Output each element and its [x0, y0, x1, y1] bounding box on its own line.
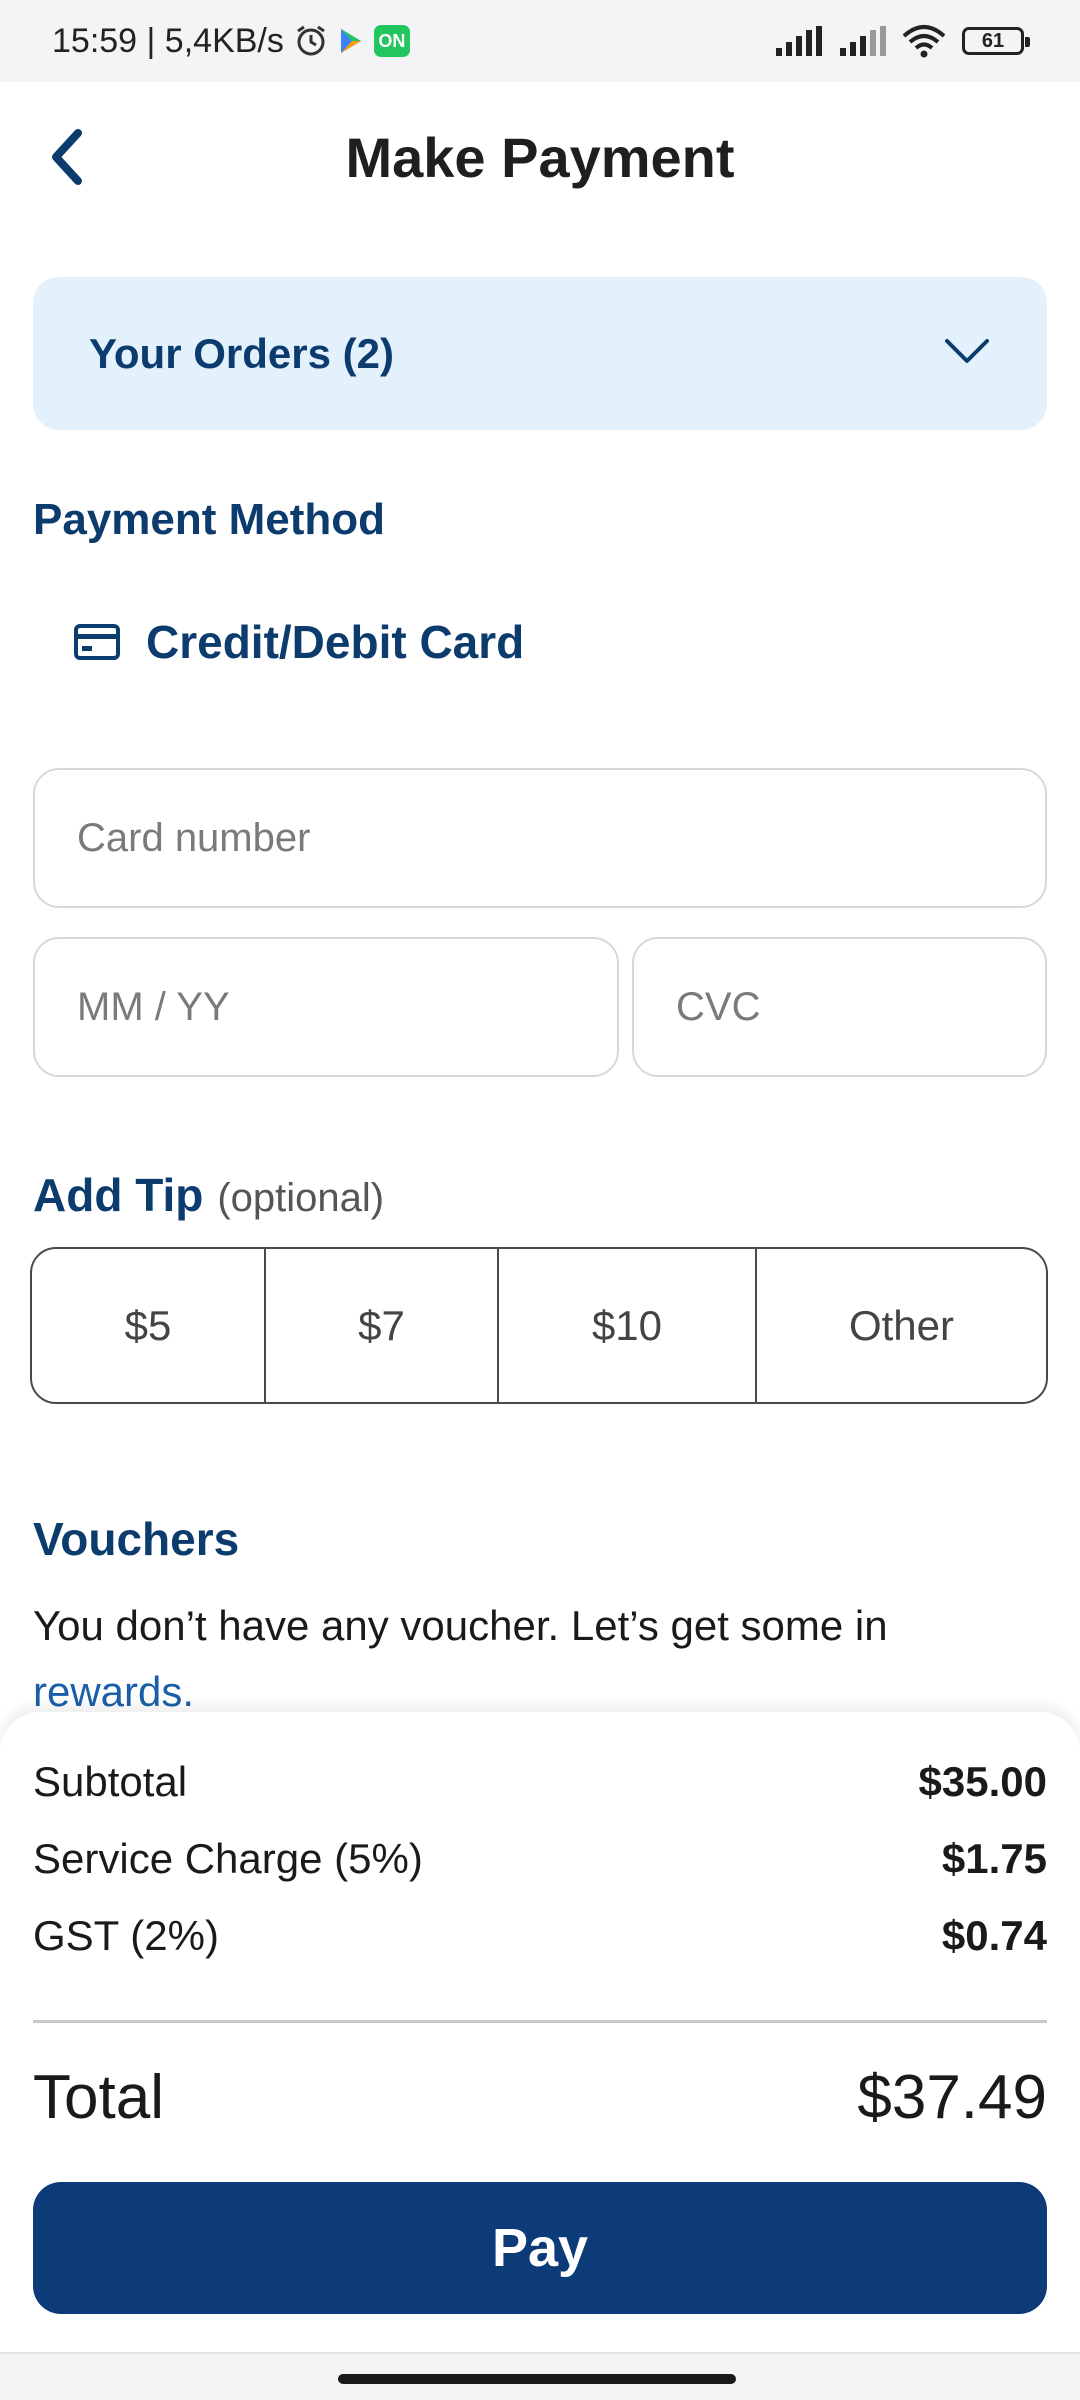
- navigation-bar: [0, 2352, 1080, 2400]
- vouchers-text: You don’t have any voucher. Let’s get so…: [33, 1602, 888, 1649]
- payment-method-title: Payment Method: [33, 495, 386, 544]
- status-bar: 15:59 | 5,4KB/s ON 61: [0, 0, 1080, 82]
- cvc-field[interactable]: [632, 937, 1047, 1077]
- chevron-left-icon: [52, 129, 82, 185]
- alarm-icon: [294, 24, 328, 58]
- card-number-input[interactable]: [77, 815, 1003, 861]
- tip-option-5[interactable]: $5: [32, 1249, 266, 1402]
- gst-value: $0.74: [941, 1912, 1047, 1959]
- status-left: 15:59 | 5,4KB/s ON: [52, 22, 410, 61]
- expiry-field[interactable]: [33, 937, 619, 1077]
- tip-option-10[interactable]: $10: [499, 1249, 757, 1402]
- tip-options: $5 $7 $10 Other: [30, 1247, 1048, 1404]
- payment-method-credit-card[interactable]: Credit/Debit Card: [74, 615, 524, 669]
- back-button[interactable]: [36, 122, 96, 192]
- credit-card-icon: [74, 624, 120, 660]
- status-right: 61: [774, 0, 1030, 82]
- tip-option-other[interactable]: Other: [757, 1249, 1046, 1402]
- subtotal-value: $35.00: [918, 1758, 1047, 1805]
- total-row: Total $37.49: [33, 2062, 1047, 2133]
- orders-label: Your Orders (2): [89, 329, 394, 377]
- expiry-input[interactable]: [77, 984, 575, 1030]
- signal-icon: [774, 26, 822, 56]
- payment-method-label: Credit/Debit Card: [146, 616, 525, 668]
- card-number-field[interactable]: [33, 768, 1047, 908]
- summary-divider: [33, 2020, 1047, 2023]
- gst-row: GST (2%) $0.74: [33, 1912, 1047, 1960]
- home-indicator[interactable]: [338, 2374, 736, 2384]
- vouchers-title: Vouchers: [33, 1513, 240, 1565]
- subtotal-row: Subtotal $35.00: [33, 1758, 1047, 1806]
- chevron-down-icon: [943, 327, 991, 380]
- tip-optional-label: (optional): [217, 1176, 385, 1220]
- total-label: Total: [33, 2063, 164, 2132]
- status-time-speed: 15:59 | 5,4KB/s: [52, 21, 284, 60]
- tip-title: Add Tip (optional): [33, 1168, 384, 1222]
- vouchers-message: You don’t have any voucher. Let’s get so…: [33, 1593, 1033, 1725]
- payment-summary-sheet: Subtotal $35.00 Service Charge (5%) $1.7…: [0, 1712, 1080, 2352]
- rewards-link[interactable]: rewards.: [33, 1668, 194, 1715]
- play-store-icon: [338, 27, 364, 55]
- orders-accordion[interactable]: Your Orders (2): [33, 277, 1047, 430]
- wifi-icon: [902, 24, 946, 58]
- subtotal-label: Subtotal: [33, 1758, 188, 1805]
- tip-title-main: Add Tip: [33, 1169, 204, 1221]
- page-header: Make Payment: [0, 82, 1080, 232]
- gst-label: GST (2%): [33, 1912, 219, 1959]
- service-charge-row: Service Charge (5%) $1.75: [33, 1835, 1047, 1883]
- total-value: $37.49: [857, 2063, 1047, 2132]
- cvc-input[interactable]: [676, 984, 1003, 1030]
- page-title: Make Payment: [345, 125, 735, 189]
- tip-option-7[interactable]: $7: [266, 1249, 499, 1402]
- service-charge-value: $1.75: [941, 1835, 1047, 1882]
- on-badge-icon: ON: [373, 25, 410, 57]
- service-charge-label: Service Charge (5%): [33, 1835, 423, 1882]
- pay-button[interactable]: Pay: [33, 2182, 1047, 2314]
- battery-icon: 61: [962, 27, 1030, 55]
- signal-2-icon: [838, 26, 886, 56]
